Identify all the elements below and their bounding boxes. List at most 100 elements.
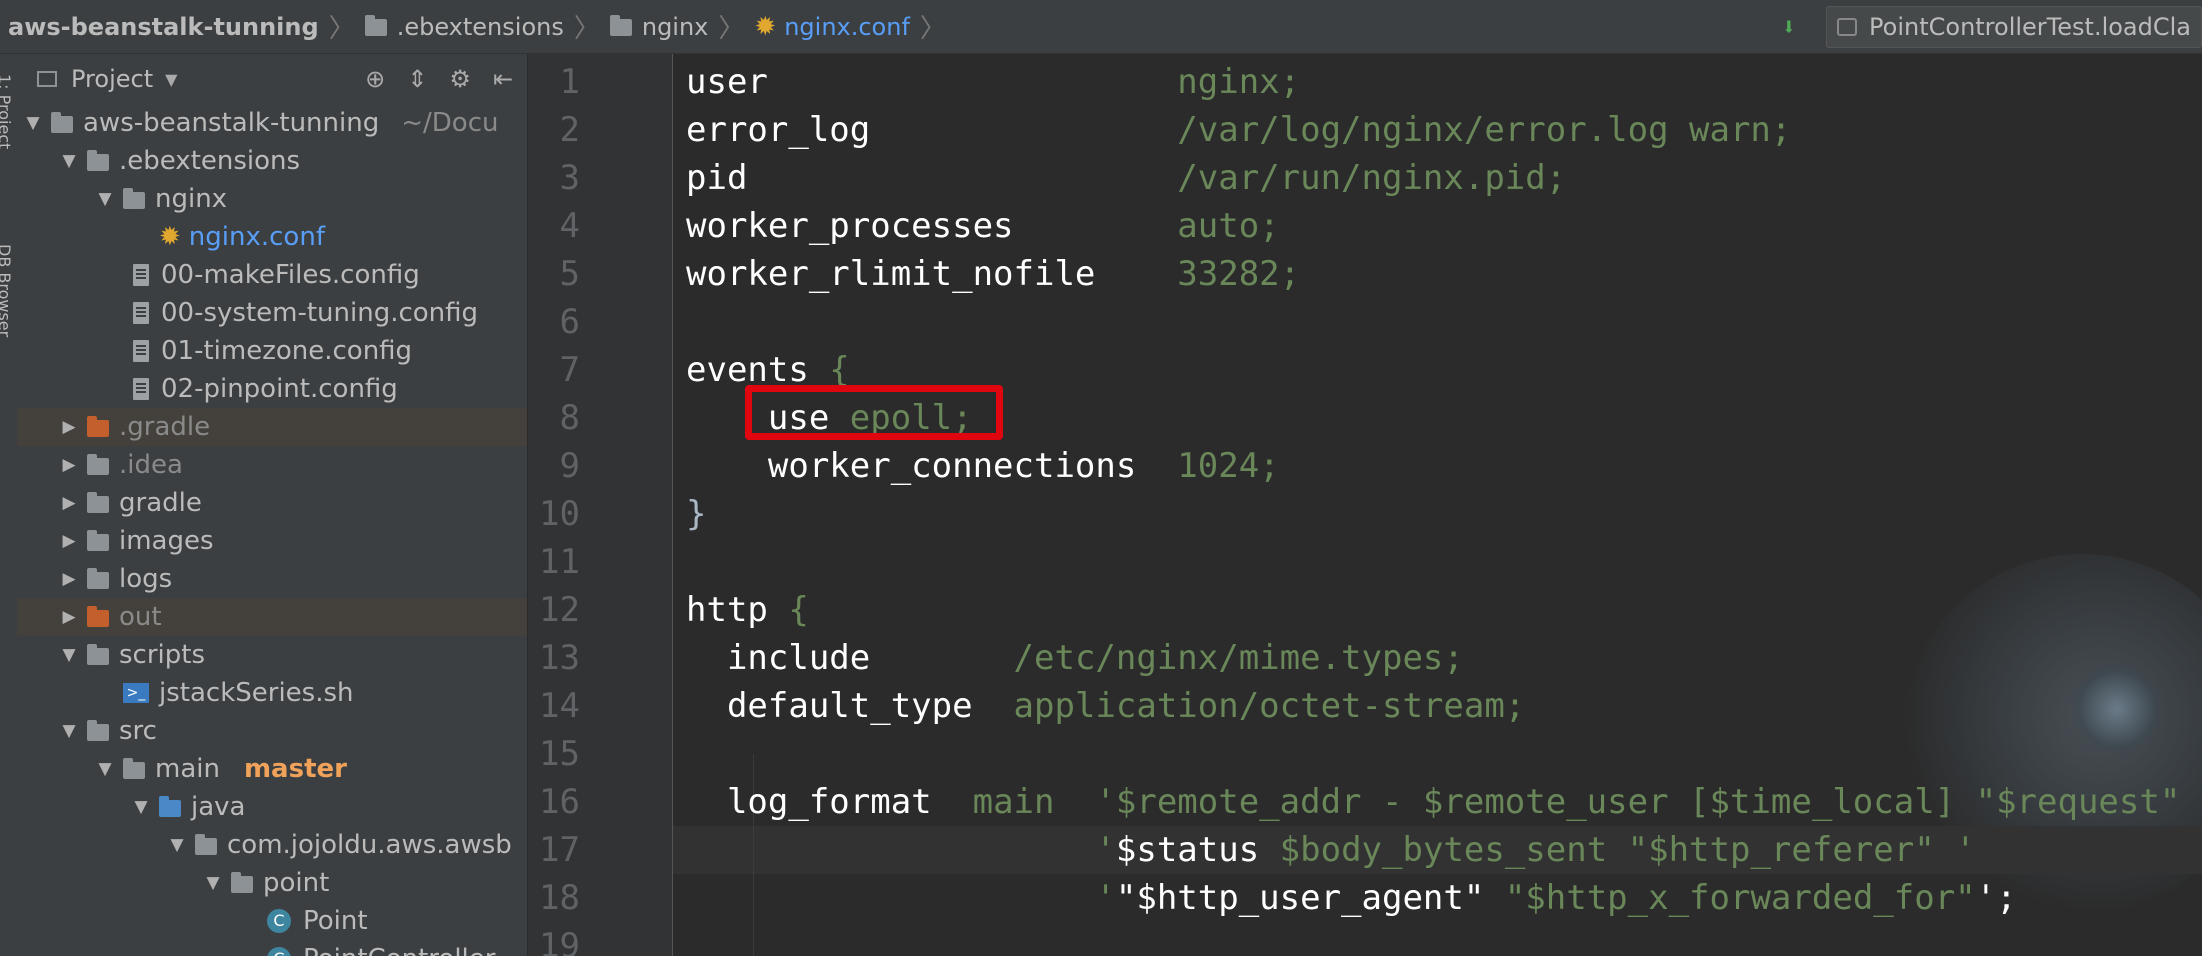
tree-node[interactable]: ▼ .ebextensions	[17, 142, 527, 180]
project-panel-header: Project ▼ ⊕ ⇕ ⚙ ⇤	[17, 54, 527, 104]
code-directive: include	[726, 638, 1014, 678]
tree-node[interactable]: 00-system-tuning.config	[17, 294, 527, 332]
expanded-arrow-icon[interactable]: ▼	[129, 797, 153, 817]
tree-node-label: gradle	[119, 488, 202, 518]
tree-node[interactable]: ▶ .gradle	[17, 408, 527, 446]
tree-node-label: src	[119, 716, 157, 746]
breadcrumb-separator: 〉	[919, 14, 946, 44]
code-editor[interactable]: 1 user nginx; 2 error_log /var/log/nginx/er…	[528, 54, 2202, 956]
run-configuration-label: PointControllerTest.loadCla	[1869, 13, 2191, 41]
line-number: 12	[539, 590, 580, 630]
excluded-folder-icon	[87, 415, 109, 437]
file-icon	[133, 264, 149, 286]
tree-node-label: java	[191, 792, 246, 822]
tree-node[interactable]: ▼ java	[17, 788, 527, 826]
code-value: 33282;	[1177, 254, 1301, 294]
git-branch-badge: master	[243, 754, 347, 784]
code-line: }	[686, 490, 706, 538]
collapsed-arrow-icon[interactable]: ▶	[57, 493, 81, 513]
tree-node[interactable]: ✹ nginx.conf	[17, 218, 527, 256]
code-directive: "$http_user_agent"	[1115, 878, 1505, 918]
tree-node[interactable]: C PointController	[17, 940, 527, 956]
tree-node[interactable]: >_ jstackSeries.sh	[17, 674, 527, 712]
code-directive: worker_rlimit_nofile	[686, 254, 1178, 294]
line-number: 1	[559, 62, 580, 102]
settings-gear-icon[interactable]: ⚙	[449, 65, 471, 93]
hide-panel-icon[interactable]: ⇤	[493, 65, 513, 93]
code-directive: default_type	[726, 686, 1014, 726]
breadcrumb-item-ebextensions[interactable]: .ebextensions	[357, 0, 572, 54]
code-value: $body_bytes_sent "$http_referer" '	[1279, 830, 1976, 870]
breadcrumb-item-nginx[interactable]: nginx	[602, 0, 717, 54]
code-line: user nginx;	[686, 58, 1300, 106]
expanded-arrow-icon[interactable]: ▼	[93, 189, 117, 209]
tree-node-label: jstackSeries.sh	[159, 678, 354, 708]
tree-node-label: PointController	[303, 944, 495, 956]
tree-node-label: 00-makeFiles.config	[161, 260, 420, 290]
code-value: auto;	[1177, 206, 1280, 246]
code-value: application/octet-stream;	[1013, 686, 1526, 726]
excluded-folder-icon	[87, 605, 109, 627]
class-icon: C	[267, 947, 291, 956]
tree-node[interactable]: 02-pinpoint.config	[17, 370, 527, 408]
tree-node[interactable]: ▶ gradle	[17, 484, 527, 522]
breadcrumb-item-nginx-conf[interactable]: ✹ nginx.conf	[746, 0, 918, 54]
chevron-down-icon[interactable]: ▼	[165, 70, 177, 89]
tree-node[interactable]: ▶ .idea	[17, 446, 527, 484]
expanded-arrow-icon[interactable]: ▼	[21, 113, 45, 133]
vcs-update-icon[interactable]: ⬇	[1782, 13, 1796, 41]
breadcrumb-item-project[interactable]: aws-beanstalk-tunning	[0, 0, 327, 54]
tree-node-label: logs	[119, 564, 173, 594]
line-number: 2	[559, 110, 580, 150]
project-view-selector[interactable]: Project	[71, 65, 153, 93]
breadcrumb-separator: 〉	[328, 14, 355, 44]
expanded-arrow-icon[interactable]: ▼	[165, 835, 189, 855]
tree-node[interactable]: 00-makeFiles.config	[17, 256, 527, 294]
collapsed-arrow-icon[interactable]: ▶	[57, 569, 81, 589]
breadcrumb-ebextensions-label: .ebextensions	[396, 12, 564, 41]
tree-node[interactable]: ▶ out	[17, 598, 527, 636]
code-value: "$http_x_forwarded_for"	[1504, 878, 1976, 918]
folder-icon	[87, 643, 109, 665]
breadcrumb-nginx-conf-label: nginx.conf	[784, 12, 910, 41]
expanded-arrow-icon[interactable]: ▼	[93, 759, 117, 779]
code-directive: http	[686, 590, 789, 630]
tree-node[interactable]: 01-timezone.config	[17, 332, 527, 370]
folder-icon	[87, 491, 109, 513]
line-number: 15	[539, 734, 580, 774]
tree-node[interactable]: ▼ aws-beanstalk-tunning ~/Docu	[17, 104, 527, 142]
tree-node-label: scripts	[119, 640, 205, 670]
project-view-icon	[37, 71, 57, 87]
collapsed-arrow-icon[interactable]: ▶	[57, 607, 81, 627]
run-configuration-selector[interactable]: PointControllerTest.loadCla	[1826, 6, 2202, 48]
tree-node[interactable]: ▼ scripts	[17, 636, 527, 674]
collapsed-arrow-icon[interactable]: ▶	[57, 455, 81, 475]
db-browser-tool-tab[interactable]: DB Browser	[0, 244, 14, 337]
line-number: 9	[559, 446, 580, 486]
tree-node[interactable]: ▼ main master	[17, 750, 527, 788]
tree-node-label: nginx	[155, 184, 228, 214]
line-number: 14	[539, 686, 580, 726]
expanded-arrow-icon[interactable]: ▼	[201, 873, 225, 893]
code-line: worker_processes auto;	[686, 202, 1280, 250]
tree-node[interactable]: ▶ images	[17, 522, 527, 560]
line-number: 3	[559, 158, 580, 198]
tree-node[interactable]: ▼ nginx	[17, 180, 527, 218]
tree-node[interactable]: C Point	[17, 902, 527, 940]
tree-node[interactable]: ▼ com.jojoldu.aws.awsb	[17, 826, 527, 864]
collapsed-arrow-icon[interactable]: ▶	[57, 531, 81, 551]
project-tool-tab[interactable]: 1: Project	[0, 74, 14, 149]
expanded-arrow-icon[interactable]: ▼	[57, 151, 81, 171]
tree-node[interactable]: ▶ logs	[17, 560, 527, 598]
collapse-all-icon[interactable]: ⇕	[407, 65, 427, 93]
tree-node[interactable]: ▼ src	[17, 712, 527, 750]
tree-node-path-hint: ~/Docu	[401, 108, 499, 138]
tree-node[interactable]: ▼ point	[17, 864, 527, 902]
expanded-arrow-icon[interactable]: ▼	[57, 645, 81, 665]
locate-icon[interactable]: ⊕	[365, 65, 385, 93]
collapsed-arrow-icon[interactable]: ▶	[57, 417, 81, 437]
expanded-arrow-icon[interactable]: ▼	[57, 721, 81, 741]
code-directive: ';	[1975, 878, 2017, 918]
